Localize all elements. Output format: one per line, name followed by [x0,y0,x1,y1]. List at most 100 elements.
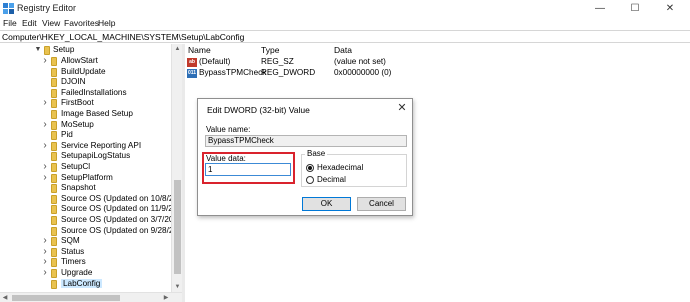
chevron-right-icon[interactable]: › [41,236,49,246]
tree-item-failedinstallations[interactable]: FailedInstallations [0,88,170,99]
chevron-right-icon[interactable]: › [41,257,49,267]
chevron-right-icon[interactable]: › [41,162,49,172]
chevron-right-icon[interactable]: › [41,268,49,278]
tree-item-label: Source OS (Updated on 3/7/2021 [61,215,182,224]
maximize-button[interactable]: ☐ [621,1,649,16]
base-label: Base [305,149,328,158]
tree-item-labconfig[interactable]: LabConfig [0,278,170,290]
tree-item-label: Service Reporting API [61,140,142,150]
chevron-down-icon[interactable]: ▼ [34,45,42,55]
edit-dword-dialog: Edit DWORD (32-bit) Value ✕ Value name: … [197,98,413,216]
tree-item-label: FirstBoot [61,98,94,108]
registry-icon [3,3,14,14]
folder-icon [51,194,57,204]
tree-item-upgrade[interactable]: › Upgrade [0,268,170,279]
radio-label: Hexadecimal [317,163,364,172]
tree-item-label: Timers [61,257,86,267]
tree-item-source-os-updated-on-11-9-2017[interactable]: Source OS (Updated on 11/9/2017 [0,204,182,215]
menu-favorites[interactable]: Favorites [64,18,99,28]
folder-icon [51,258,57,268]
menu-bar: File Edit View Favorites Help [0,18,690,30]
tree-item-setupcl[interactable]: › SetupCl [0,162,170,173]
folder-icon [51,173,57,183]
minimize-button[interactable]: — [586,1,614,16]
scroll-left-icon[interactable]: ◀ [0,293,10,302]
address-bar[interactable]: Computer\HKEY_LOCAL_MACHINE\SYSTEM\Setup… [0,30,690,43]
radio-label: Decimal [317,175,346,184]
chevron-right-icon[interactable]: › [41,98,49,108]
tree-item-label: MoSetup [61,119,94,129]
tree-item-setup[interactable]: ▼ Setup [0,45,170,56]
tree-item-label: SetupPlatform [61,172,113,182]
menu-file[interactable]: File [3,18,17,28]
menu-edit[interactable]: Edit [22,18,37,28]
folder-icon [51,163,57,172]
tree-item-status[interactable]: › Status [0,246,170,258]
scroll-right-icon[interactable]: ▶ [161,293,171,302]
folder-icon [51,131,57,141]
tree-item-label: Snapshot [61,183,96,193]
chevron-right-icon[interactable]: › [41,56,49,66]
tree-item-allowstart[interactable]: › AllowStart [0,56,170,67]
tree-item-label: Source OS (Updated on 9/28/2019 [61,225,182,235]
tree-horizontal-scrollbar[interactable]: ◀ ▶ [0,292,182,302]
folder-icon [51,141,57,151]
value-row[interactable]: ab (Default) REG_SZ (value not set) [187,57,447,68]
tree-item-label: SetupCl [61,162,91,171]
folder-icon [51,279,57,289]
tree-item-label: DJOIN [61,77,86,87]
tree-item-timers[interactable]: › Timers [0,257,170,268]
radio-selected-icon[interactable] [306,164,314,172]
tree-item-source-os-updated-on-9-28-2019[interactable]: Source OS (Updated on 9/28/2019 [0,226,182,237]
value-name: BypassTPMCheck [199,68,267,77]
column-header-name[interactable]: Name [188,45,211,55]
column-header-data[interactable]: Data [334,45,352,55]
tree-item-image-based-setup[interactable]: Image Based Setup [0,109,170,120]
chevron-right-icon[interactable]: › [41,119,49,130]
tree-item-label: AllowStart [61,56,98,65]
folder-icon [51,78,57,88]
tree-item-source-os-updated-on-3-7-2021[interactable]: Source OS (Updated on 3/7/2021 [0,215,182,226]
address-path[interactable]: Computer\HKEY_LOCAL_MACHINE\SYSTEM\Setup… [2,32,244,42]
radio-unselected-icon[interactable] [306,176,314,184]
menu-help[interactable]: Help [98,18,115,28]
value-type: REG_SZ [261,57,294,66]
tree-item-label: Source OS (Updated on 10/8/2018 [61,193,182,203]
base-group: Base Hexadecimal Decimal [301,149,407,187]
tree-item-sqm[interactable]: › SQM [0,236,170,247]
scrollbar-thumb[interactable] [174,180,181,274]
folder-icon [44,46,50,55]
tree-item-source-os-updated-on-10-8-2018[interactable]: Source OS (Updated on 10/8/2018 [0,194,182,205]
dialog-close-button[interactable]: ✕ [395,101,409,115]
tree-item-djoin[interactable]: DJOIN [0,77,170,88]
value-name-label: Value name: [206,125,251,134]
value-data-input[interactable]: 1 [205,163,291,176]
tree-item-buildupdate[interactable]: BuildUpdate [0,67,170,78]
scrollbar-thumb[interactable] [12,295,120,301]
chevron-right-icon[interactable]: › [41,246,49,257]
tree-item-firstboot[interactable]: › FirstBoot [0,98,170,109]
tree-item-setupplatform[interactable]: › SetupPlatform [0,172,170,184]
title-bar: Registry Editor — ☐ ✕ [0,0,690,18]
tree-item-label: SetupapiLogStatus [61,151,131,161]
tree-item-snapshot[interactable]: Snapshot [0,183,170,194]
column-header-type[interactable]: Type [261,45,279,55]
value-row[interactable]: 011 BypassTPMCheck REG_DWORD 0x00000000 … [187,68,447,79]
tree-item-label: LabConfig [61,278,103,288]
folder-icon [51,57,57,66]
tree-item-mosetup[interactable]: › MoSetup [0,119,170,131]
chevron-right-icon[interactable]: › [41,172,49,183]
tree-item-setupapilogstatus[interactable]: SetupapiLogStatus [0,151,170,162]
menu-view[interactable]: View [42,18,60,28]
tree-vertical-scrollbar[interactable]: ▲ ▼ [171,44,182,292]
chevron-right-icon[interactable]: › [41,140,49,151]
folder-icon [51,247,57,257]
close-button[interactable]: ✕ [656,1,684,16]
tree-item-pid[interactable]: Pid [0,130,170,141]
cancel-button[interactable]: Cancel [357,197,406,211]
ok-button[interactable]: OK [302,197,351,211]
folder-icon [51,110,57,119]
tree-item-label: BuildUpdate [61,66,106,76]
tree-item-service-reporting-api[interactable]: › Service Reporting API [0,140,170,152]
folder-icon [51,67,57,77]
